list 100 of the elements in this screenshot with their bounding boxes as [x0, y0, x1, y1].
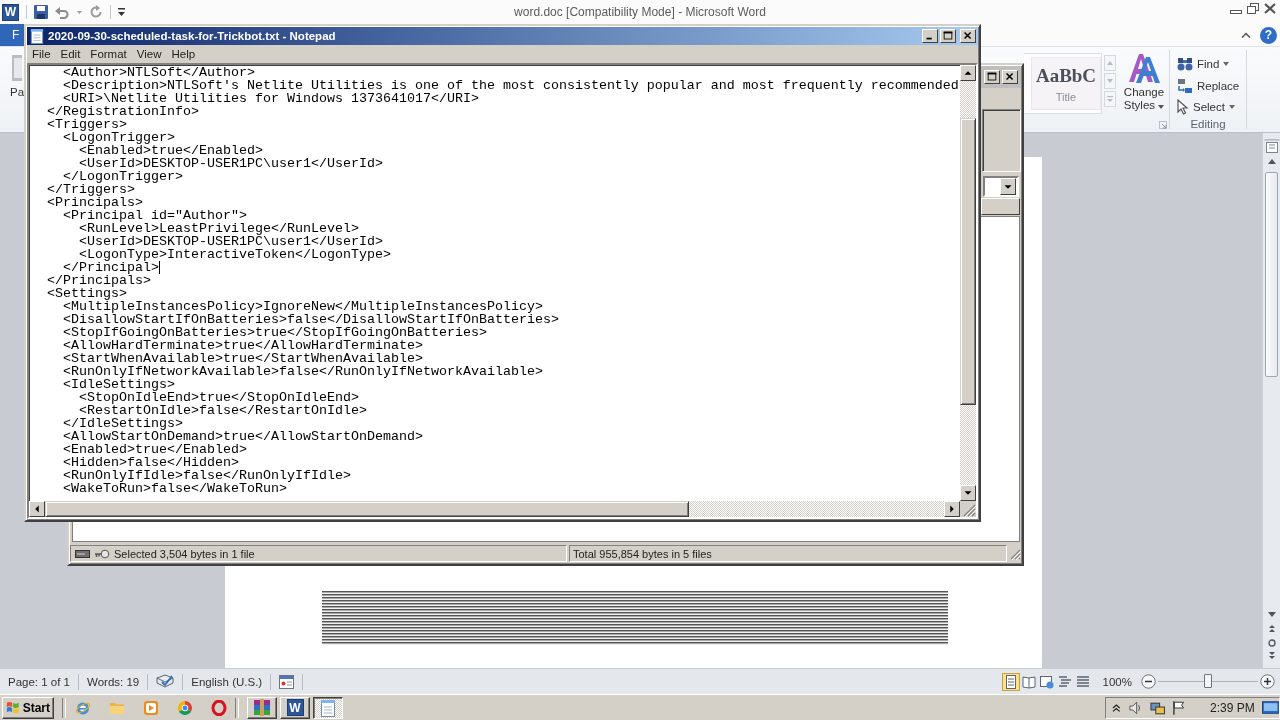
- macro-record-icon[interactable]: [279, 674, 295, 689]
- caret-down-icon: [1158, 105, 1165, 109]
- window-title: word.doc [Compatibility Mode] - Microsoft Word: [514, 5, 766, 19]
- page-icon: [1003, 674, 1018, 689]
- open-book-icon: [1021, 674, 1036, 689]
- dialog-launcher-icon[interactable]: [1159, 121, 1167, 129]
- code-line: <RunOnlyIfNetworkAvailable>false</RunOnlyIfNetworkAvailable>: [63, 364, 543, 379]
- code-line: <WakeToRun>false</WakeToRun>: [63, 481, 287, 496]
- resize-grip-icon[interactable]: [1009, 547, 1021, 560]
- tricolor-circle-icon[interactable]: [177, 699, 193, 716]
- scroll-right-icon[interactable]: [944, 501, 960, 517]
- code-line: <Triggers>: [47, 117, 127, 132]
- language[interactable]: English (U.S.): [191, 675, 263, 688]
- code-line: <StopIfGoingOnBatteries>true</StopIfGoingOnBatteries>: [63, 325, 487, 340]
- zoom-out-button[interactable]: [1141, 674, 1156, 689]
- maximize-icon[interactable]: [940, 29, 956, 43]
- code-line: <Enabled>true</Enabled>: [79, 143, 263, 158]
- code-line: </LogonTrigger>: [63, 169, 183, 184]
- chevron-up-icon[interactable]: [1112, 703, 1121, 712]
- command-button[interactable]: Select: [1177, 96, 1245, 118]
- flag-icon: [6, 700, 20, 715]
- lines-icon: [1075, 674, 1090, 689]
- code-line: <MultipleInstancesPolicy>IgnoreNew</MultipleInstancesPolicy>: [63, 299, 543, 314]
- command-button[interactable]: Replace: [1177, 74, 1245, 97]
- notepad-icon: [30, 28, 44, 44]
- status-text: Selected 3,504 bytes in 1 file: [114, 547, 255, 560]
- start-button[interactable]: Start: [2, 696, 54, 719]
- redo-icon[interactable]: [89, 5, 103, 19]
- code-line: <RunLevel>LeastPrivilege</RunLevel>: [79, 221, 359, 236]
- code-line: </Principals>: [47, 273, 151, 288]
- code-line: <StopOnIdleEnd>true</StopOnIdleEnd>: [79, 390, 359, 405]
- web-page-icon: [1039, 674, 1054, 689]
- command-button[interactable]: Find: [1177, 53, 1245, 75]
- code-line: </RegistrationInfo>: [47, 104, 199, 119]
- code-line: <Principal id="Author">: [63, 208, 247, 223]
- scrollbar-thumb[interactable]: [1265, 172, 1278, 377]
- resize-grip-icon[interactable]: [960, 501, 976, 517]
- maximize-icon[interactable]: [984, 70, 1000, 84]
- minimize-icon[interactable]: [922, 29, 938, 43]
- close-icon[interactable]: [1264, 3, 1276, 14]
- chevron-up-icon[interactable]: [1241, 32, 1251, 38]
- group-label: Editing: [1190, 118, 1226, 130]
- clock[interactable]: 2:39 PM: [1209, 700, 1255, 715]
- caret-down-icon: [1000, 177, 1016, 195]
- scroll-left-icon[interactable]: [29, 501, 45, 517]
- flag-icon[interactable]: [1172, 699, 1186, 716]
- help-button[interactable]: ?: [1260, 26, 1277, 44]
- word-count[interactable]: Words: 19: [87, 675, 140, 688]
- code-line: <Author>NTLSoft</Author>: [63, 65, 255, 80]
- app-logo: W: [2, 3, 19, 21]
- binoculars-icon: [1177, 56, 1193, 71]
- ring-icon[interactable]: [211, 699, 227, 716]
- style-gallery-item[interactable]: AaBbC Title: [1031, 57, 1101, 110]
- code-line: <UserId>DESKTOP-USER1PC\user1</UserId>: [79, 234, 383, 249]
- code-line: <LogonType>InteractiveToken</LogonType>: [79, 247, 391, 262]
- save-icon[interactable]: [34, 5, 48, 19]
- menu-item[interactable]: Edit: [55, 47, 86, 60]
- view-button[interactable]: [1001, 672, 1020, 691]
- code-line: <RunOnlyIfIdle>false</RunOnlyIfIdle>: [63, 468, 351, 483]
- proofing-icon[interactable]: [156, 674, 175, 689]
- code-line: <LogonTrigger>: [63, 130, 175, 145]
- style-name: Title: [1055, 90, 1077, 103]
- replace-icon: [1177, 77, 1193, 94]
- status-text: Total 955,854 bytes in 5 files: [573, 547, 712, 560]
- slider-thumb[interactable]: [1204, 674, 1212, 688]
- app-logo: W: [286, 699, 304, 716]
- menu-item[interactable]: View: [131, 47, 167, 60]
- taskbar-button[interactable]: [313, 696, 343, 719]
- code-line: <AllowHardTerminate>true</AllowHardTerminate>: [63, 338, 423, 353]
- code-line: <URI>\Netlite Utilities for Windows 1373641017</URI>: [63, 91, 479, 106]
- restore-icon[interactable]: [1247, 3, 1259, 14]
- menu-item[interactable]: Help: [166, 47, 201, 60]
- page-count[interactable]: Page: 1 of 1: [8, 675, 71, 688]
- code-line: <IdleSettings>: [63, 377, 175, 392]
- change-styles-button[interactable]: Change Styles: [1120, 47, 1168, 112]
- style-sample: AaBbC: [1035, 64, 1097, 87]
- caret-down-icon[interactable]: [77, 10, 82, 14]
- clipboard-icon: [10, 55, 22, 81]
- column-header[interactable]: [981, 198, 1020, 215]
- customize-icon[interactable]: [118, 8, 125, 16]
- notepad-icon: [320, 698, 336, 717]
- combo-box[interactable]: [983, 175, 1019, 197]
- code-line: <Hidden>false</Hidden>: [63, 455, 239, 470]
- undo-icon[interactable]: [55, 5, 70, 19]
- paste-button[interactable]: Pa: [0, 47, 24, 132]
- code-line: <RestartOnIdle>false</RestartOnIdle>: [79, 403, 367, 418]
- code-line: <StartWhenAvailable>true</StartWhenAvailable>: [63, 351, 423, 366]
- code-line: </Principal>: [63, 260, 159, 275]
- zoom-in-button[interactable]: [1260, 674, 1275, 689]
- code-line: <Description>NTLSoft's Netlite Utilities is one of the most consistently popular and most frequently recommended: [63, 78, 959, 93]
- pointer-icon: [1177, 99, 1189, 116]
- zoom-level[interactable]: 100%: [1102, 675, 1132, 688]
- file-tab[interactable]: F: [0, 24, 24, 46]
- menu-item[interactable]: Format: [85, 47, 132, 60]
- taskbar-button[interactable]: W: [280, 696, 310, 719]
- scrollbar-thumb[interactable]: [960, 118, 976, 405]
- menu-item[interactable]: File: [27, 47, 56, 60]
- scrollbar-thumb[interactable]: [45, 501, 689, 517]
- show-desktop-icon[interactable]: [1261, 700, 1279, 715]
- code-line: </Triggers>: [47, 182, 135, 197]
